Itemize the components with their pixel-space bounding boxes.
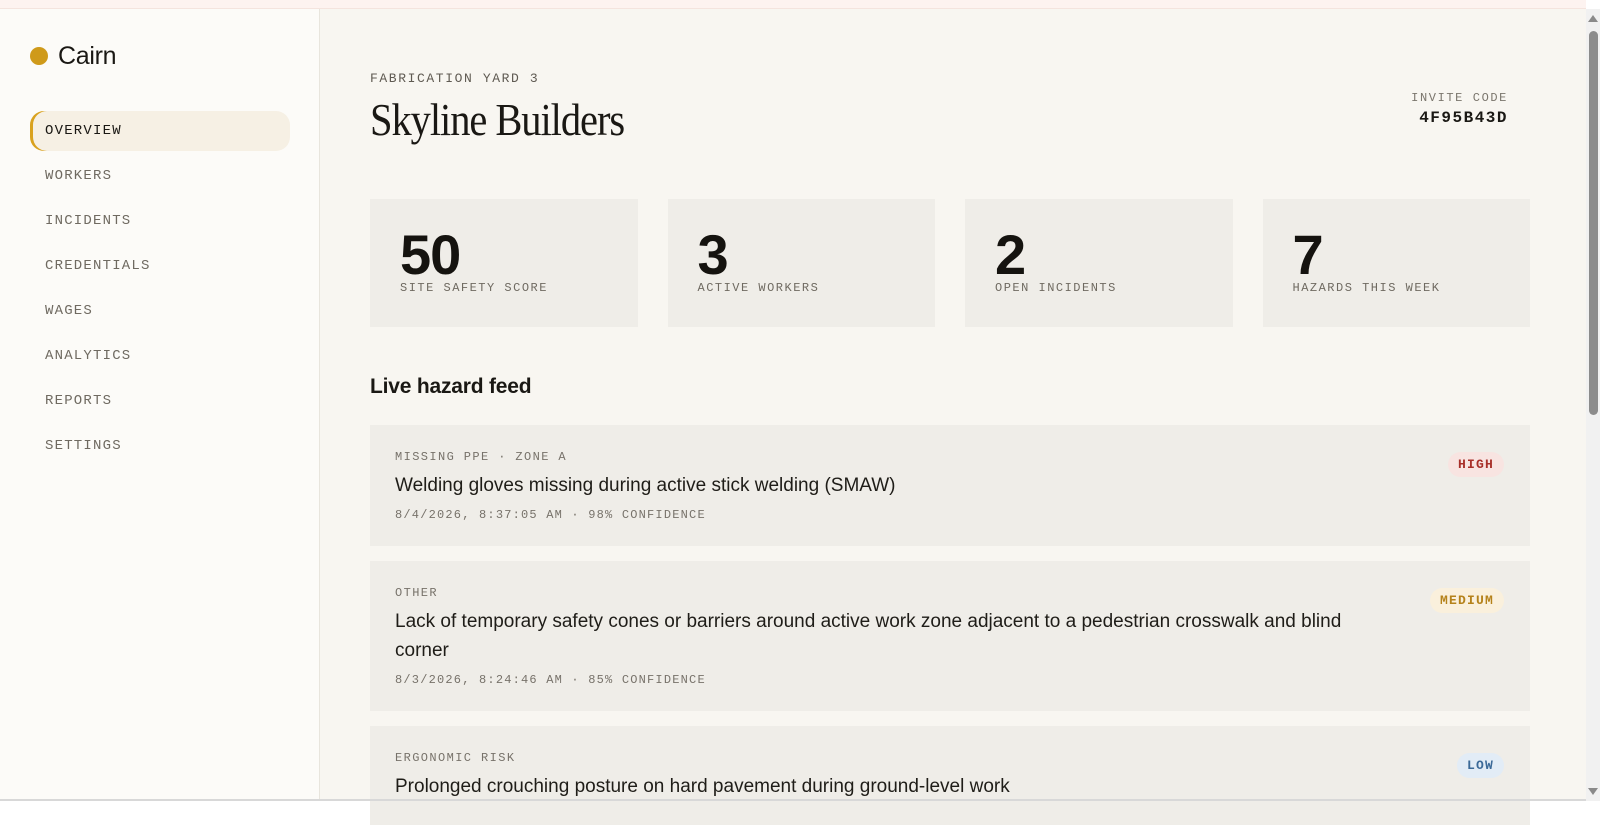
stat-card-hazards-week: 7 HAZARDS THIS WEEK [1262,199,1530,327]
scroll-up-arrow-icon[interactable] [1588,15,1598,22]
sidebar-item-workers[interactable]: WORKERS [30,156,290,196]
hazard-description: Welding gloves missing during active sti… [395,475,896,496]
sidebar-item-incidents[interactable]: INCIDENTS [30,201,290,241]
top-border [0,0,1586,9]
sidebar-item-reports[interactable]: REPORTS [30,381,290,421]
stat-value: 50 [400,223,461,286]
page-title: Skyline Builders [370,94,625,145]
severity-badge: MEDIUM [1429,588,1504,613]
brand-logo-icon [30,47,48,65]
scroll-thumb[interactable] [1589,31,1598,415]
stat-value: 3 [697,223,729,286]
sidebar-item-settings[interactable]: SETTINGS [30,426,290,466]
sidebar-item-wages[interactable]: WAGES [30,291,290,331]
severity-badge: LOW [1456,753,1504,778]
severity-badge: HIGH [1447,452,1504,477]
stat-label: OPEN INCIDENTS [995,281,1117,295]
sidebar-item-credentials[interactable]: CREDENTIALS [30,246,290,286]
stat-label: HAZARDS THIS WEEK [1292,281,1441,295]
sidebar-item-analytics[interactable]: ANALYTICS [30,336,290,376]
stat-card-open-incidents: 2 OPEN INCIDENTS [965,199,1233,327]
brand[interactable]: Cairn [30,41,117,71]
hazard-timestamp: 8/3/2026, 8:24:46 AM · 85% CONFIDENCE [395,673,706,687]
stat-label: SITE SAFETY SCORE [400,281,548,295]
stat-card-safety-score: 50 SITE SAFETY SCORE [370,199,638,327]
hazard-description: Prolonged crouching posture on hard pave… [395,776,1010,797]
hazard-category: OTHER [395,586,439,600]
stats-row: 50 SITE SAFETY SCORE 3 ACTIVE WORKERS 2 … [370,199,1530,327]
page-scrollbar[interactable] [1586,9,1600,801]
stat-card-active-workers: 3 ACTIVE WORKERS [667,199,935,327]
app-window: Cairn OVERVIEW WORKERS INCIDENTS CREDENT… [0,9,1586,825]
hazard-item[interactable]: OTHER Lack of temporary safety cones or … [370,561,1530,711]
hazard-item[interactable]: MISSING PPE · ZONE A Welding gloves miss… [370,425,1530,546]
hazard-item[interactable]: ERGONOMIC RISK Prolonged crouching postu… [370,726,1530,825]
hazard-timestamp: 8/4/2026, 8:37:05 AM · 98% CONFIDENCE [395,508,706,522]
hazard-category: MISSING PPE · ZONE A [395,450,568,464]
scroll-down-arrow-icon[interactable] [1588,788,1598,795]
stat-value: 2 [995,223,1026,286]
sidebar-nav: OVERVIEW WORKERS INCIDENTS CREDENTIALS W… [30,111,290,471]
invite-code-block: INVITE CODE 4F95B43D [1411,91,1508,127]
site-location: FABRICATION YARD 3 [370,71,540,86]
hazard-feed: MISSING PPE · ZONE A Welding gloves miss… [370,425,1530,840]
invite-code-value[interactable]: 4F95B43D [1411,109,1508,127]
sidebar-item-overview[interactable]: OVERVIEW [30,111,290,151]
feed-title: Live hazard feed [370,375,532,398]
main-content: FABRICATION YARD 3 Skyline Builders INVI… [320,9,1586,825]
brand-name: Cairn [58,41,117,70]
invite-code-label: INVITE CODE [1411,91,1508,105]
stat-label: ACTIVE WORKERS [697,281,820,295]
sidebar: Cairn OVERVIEW WORKERS INCIDENTS CREDENT… [0,9,320,801]
stat-value: 7 [1292,223,1324,286]
hazard-category: ERGONOMIC RISK [395,751,516,765]
hazard-description: Lack of temporary safety cones or barrie… [395,611,1342,661]
